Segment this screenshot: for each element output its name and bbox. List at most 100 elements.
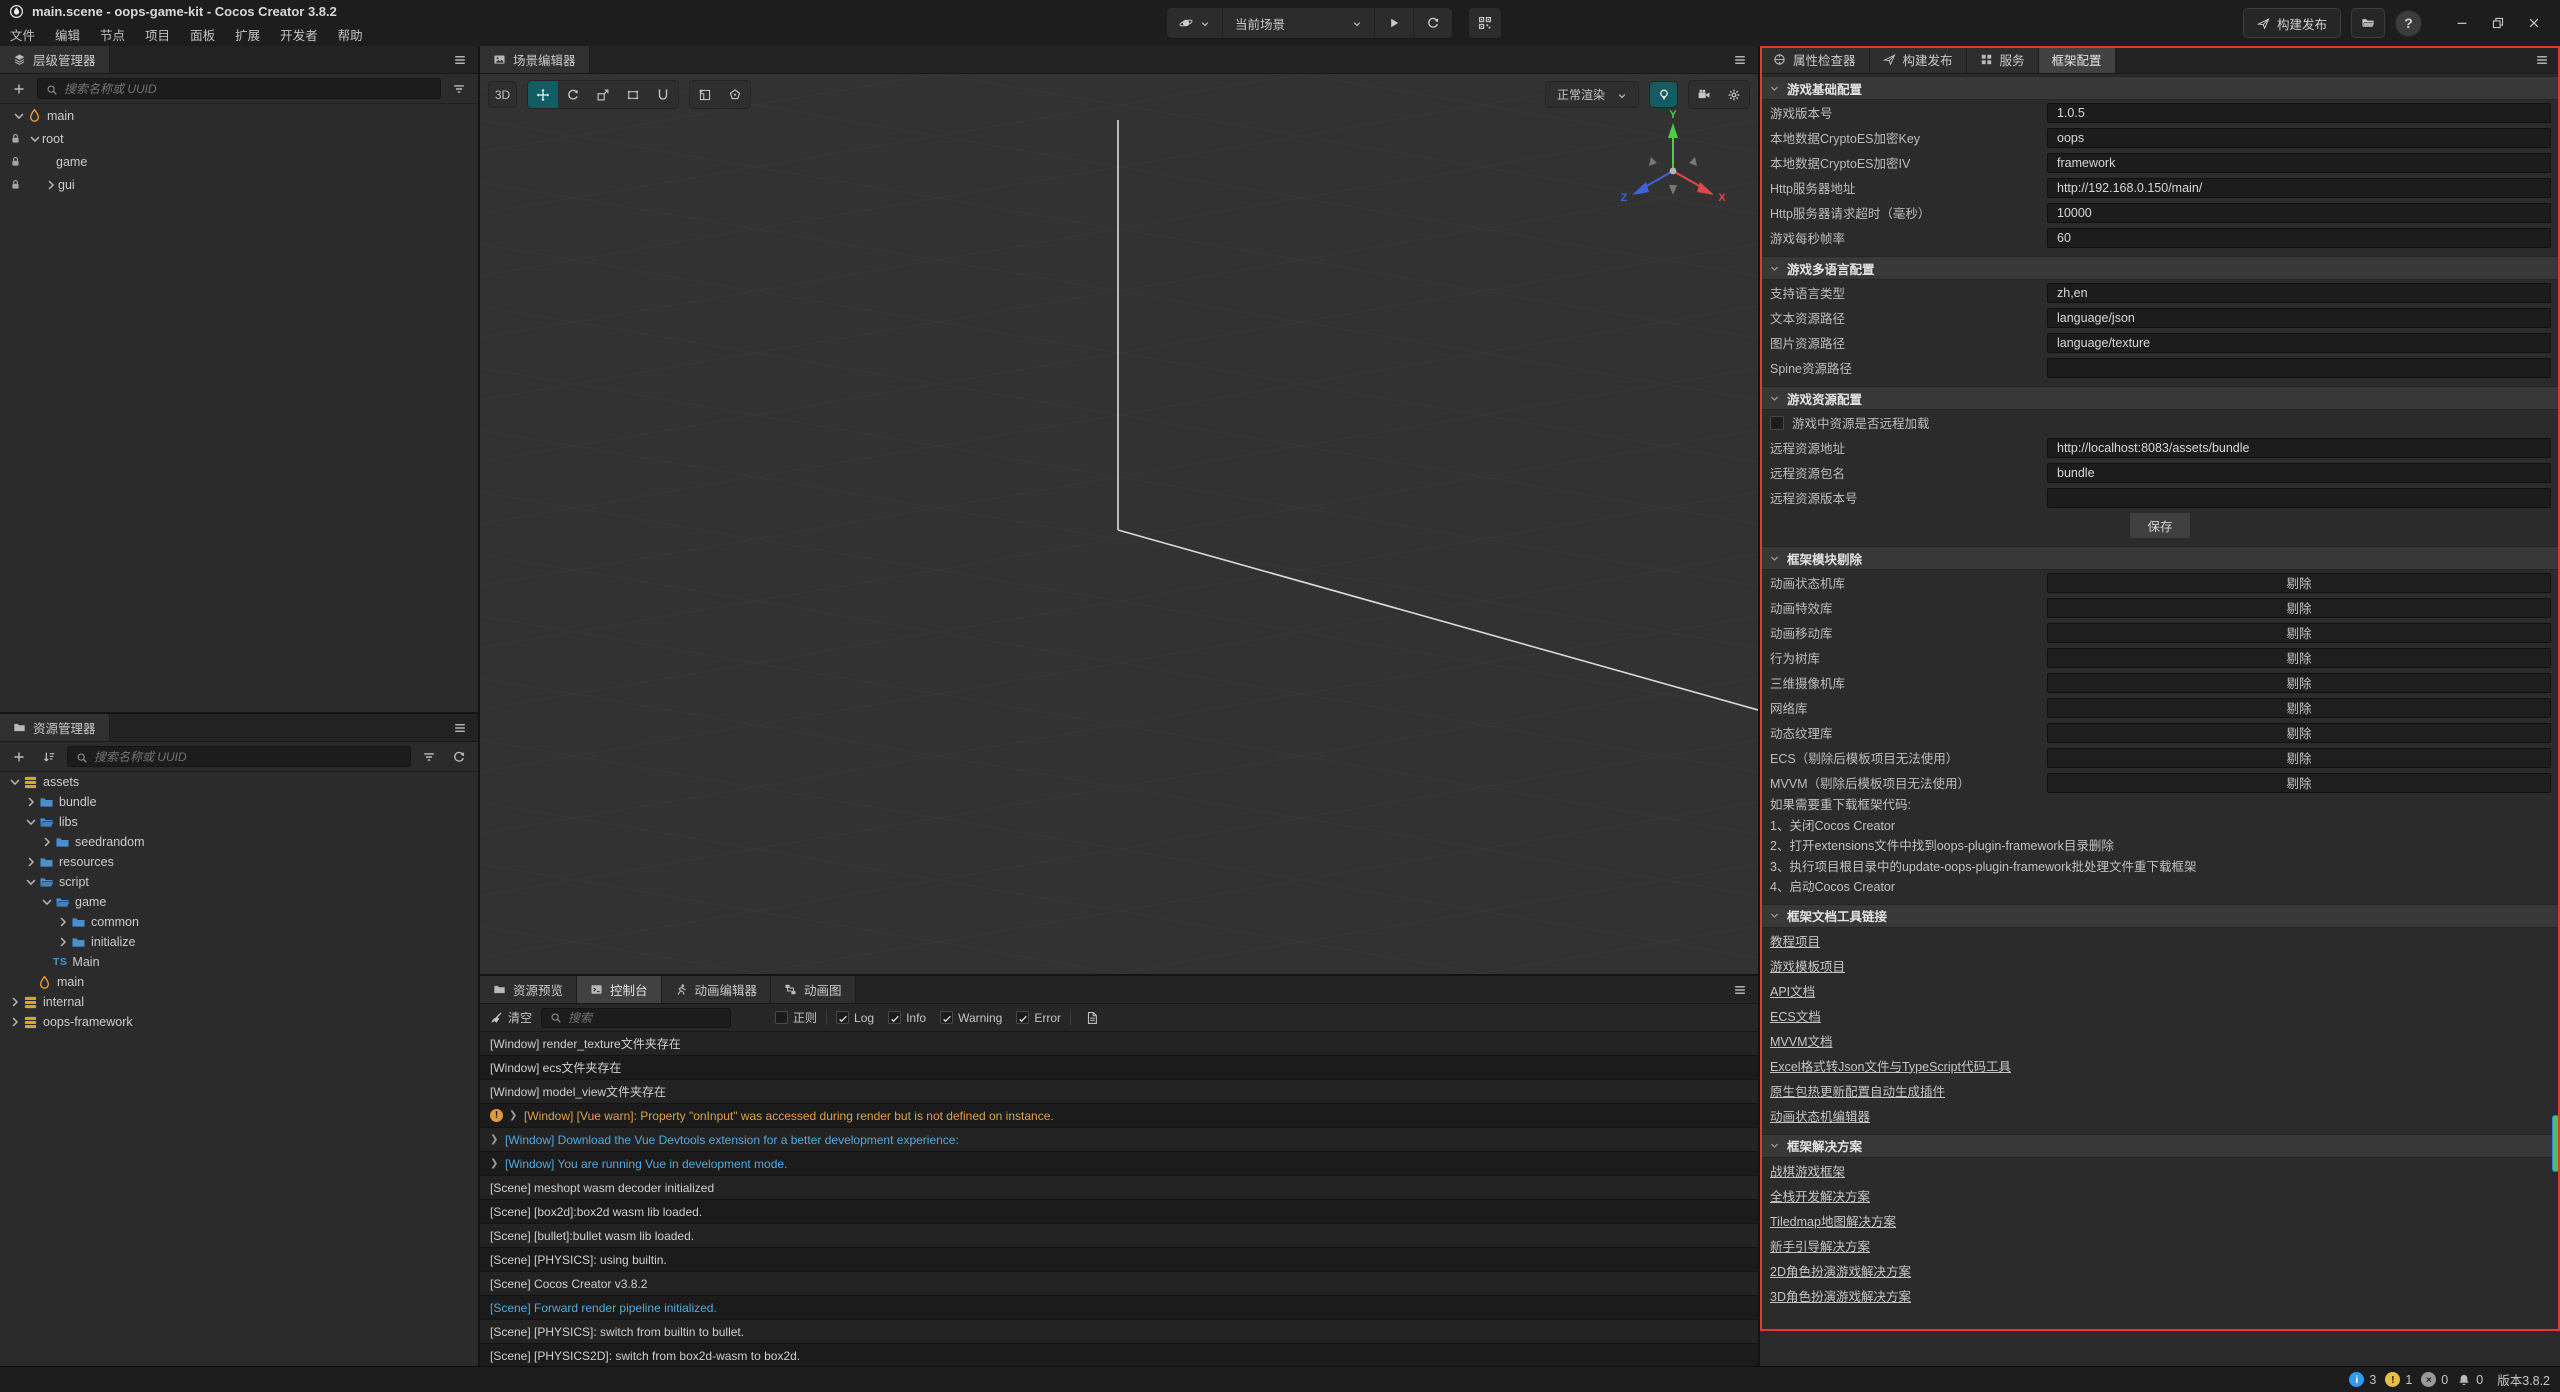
field-input[interactable]: zh,en — [2047, 283, 2551, 303]
chevron-right-icon[interactable] — [8, 1015, 22, 1029]
remove-module-button[interactable]: 剔除 — [2047, 648, 2551, 668]
remove-module-button[interactable]: 剔除 — [2047, 698, 2551, 718]
chevron-down-icon[interactable] — [40, 895, 54, 909]
tab-inspector-1[interactable]: 属性检查器 — [1760, 46, 1870, 73]
log-row[interactable]: [Scene] [PHYSICS]: using builtin. — [480, 1248, 1758, 1272]
chevron-right-icon[interactable] — [44, 178, 58, 192]
field-input[interactable]: language/json — [2047, 308, 2551, 328]
log-row[interactable]: [Scene] [box2d]:box2d wasm lib loaded. — [480, 1200, 1758, 1224]
tab-console-3[interactable]: 动画编辑器 — [662, 976, 772, 1003]
log-row[interactable]: [Scene] [PHYSICS2D]: switch from box2d-w… — [480, 1344, 1758, 1366]
chevron-right-icon[interactable] — [40, 835, 54, 849]
section-header[interactable]: 框架模块剔除 — [1760, 546, 2560, 570]
chevron-down-icon[interactable] — [12, 109, 26, 123]
log-row[interactable]: [Window] model_view文件夹存在 — [480, 1080, 1758, 1104]
asset-node-main[interactable]: main — [0, 972, 478, 992]
doc-link[interactable]: 3D角色扮演游戏解决方案 — [1770, 1286, 1911, 1305]
filter-info-checkbox[interactable]: Info — [888, 1011, 926, 1025]
remove-module-button[interactable]: 剔除 — [2047, 673, 2551, 693]
hierarchy-searchbox[interactable] — [37, 78, 441, 99]
help-button[interactable]: ? — [2395, 10, 2422, 37]
tab-console-4[interactable]: 动画图 — [771, 976, 856, 1003]
log-row[interactable]: ❯[Window] You are running Vue in develop… — [480, 1152, 1758, 1176]
log-row[interactable]: [Scene] [PHYSICS]: switch from builtin t… — [480, 1320, 1758, 1344]
section-header[interactable]: 游戏基础配置 — [1760, 76, 2560, 100]
close-button[interactable] — [2516, 8, 2552, 38]
asset-node-seedrandom[interactable]: seedrandom — [0, 832, 478, 852]
hierarchy-node-game[interactable]: game — [0, 150, 478, 173]
doc-link[interactable]: 游戏模板项目 — [1770, 956, 1845, 975]
section-header[interactable]: 框架解决方案 — [1760, 1134, 2560, 1158]
log-row[interactable]: [Scene] [bullet]:bullet wasm lib loaded. — [480, 1224, 1758, 1248]
scene-light-toggle[interactable] — [1649, 81, 1678, 108]
tab-console-1[interactable]: 资源预览 — [480, 976, 577, 1003]
status-warn[interactable]: !1 — [2385, 1372, 2412, 1387]
menu-item-4[interactable]: 项目 — [135, 23, 180, 46]
open-project-folder-button[interactable] — [2351, 8, 2385, 38]
scale-tool-button[interactable] — [588, 81, 618, 108]
chevron-down-icon[interactable] — [28, 132, 42, 146]
preview-target-button[interactable] — [1167, 8, 1223, 38]
field-input[interactable]: language/texture — [2047, 333, 2551, 353]
chevron-right-icon[interactable] — [24, 855, 38, 869]
field-input[interactable]: 1.0.5 — [2047, 103, 2551, 123]
field-input[interactable]: oops — [2047, 128, 2551, 148]
console-searchbox[interactable] — [541, 1008, 731, 1028]
console-log-file-button[interactable] — [1080, 1007, 1104, 1029]
hierarchy-node-gui[interactable]: gui — [0, 173, 478, 196]
remove-module-button[interactable]: 剔除 — [2047, 723, 2551, 743]
log-row[interactable]: [Scene] meshopt wasm decoder initialized — [480, 1176, 1758, 1200]
doc-link[interactable]: 全栈开发解决方案 — [1770, 1186, 1870, 1205]
hierarchy-node-main[interactable]: main — [0, 104, 478, 127]
assets-refresh-button[interactable] — [447, 746, 471, 768]
status-bell[interactable]: 0 — [2457, 1373, 2483, 1387]
chevron-right-icon[interactable] — [56, 915, 70, 929]
menu-item-7[interactable]: 开发者 — [270, 23, 328, 46]
asset-node-oops-framework[interactable]: oops-framework — [0, 1012, 478, 1032]
asset-node-initialize[interactable]: initialize — [0, 932, 478, 952]
chevron-down-icon[interactable] — [8, 775, 22, 789]
filter-warning-checkbox[interactable]: Warning — [940, 1011, 1002, 1025]
asset-node-assets[interactable]: assets — [0, 772, 478, 792]
status-error[interactable]: ×0 — [2421, 1372, 2448, 1387]
scene-3d-view[interactable]: YXZ — [480, 74, 1758, 974]
field-input[interactable]: 60 — [2047, 228, 2551, 248]
asset-node-Main[interactable]: TSMain — [0, 952, 478, 972]
asset-node-script[interactable]: script — [0, 872, 478, 892]
chevron-right-icon[interactable] — [8, 995, 22, 1009]
tab-assets[interactable]: 资源管理器 — [0, 714, 110, 741]
build-publish-button[interactable]: 构建发布 — [2243, 8, 2341, 38]
remove-module-button[interactable]: 剔除 — [2047, 598, 2551, 618]
log-row[interactable]: [Scene] Forward render pipeline initiali… — [480, 1296, 1758, 1320]
section-header[interactable]: 游戏多语言配置 — [1760, 256, 2560, 280]
toggle-3d-button[interactable]: 3D — [488, 81, 517, 108]
log-row[interactable]: [Window] ecs文件夹存在 — [480, 1056, 1758, 1080]
assets-search-input[interactable] — [94, 750, 402, 764]
doc-link[interactable]: 动画状态机编辑器 — [1770, 1106, 1870, 1125]
scene-settings-button[interactable] — [1719, 81, 1749, 108]
remove-module-button[interactable]: 剔除 — [2047, 623, 2551, 643]
doc-link[interactable]: 战棋游戏框架 — [1770, 1161, 1845, 1180]
field-input[interactable]: http://localhost:8083/assets/bundle — [2047, 438, 2551, 458]
create-node-button[interactable] — [7, 78, 31, 100]
minimize-button[interactable] — [2444, 8, 2480, 38]
menu-item-2[interactable]: 编辑 — [45, 23, 90, 46]
console-clear-button[interactable]: 清空 — [489, 1009, 532, 1026]
tab-inspector-2[interactable]: 构建发布 — [1870, 46, 1967, 73]
asset-node-resources[interactable]: resources — [0, 852, 478, 872]
asset-node-internal[interactable]: internal — [0, 992, 478, 1012]
scrollbar-thumb[interactable] — [2552, 1115, 2559, 1172]
filter-log-checkbox[interactable]: Log — [836, 1011, 874, 1025]
tab-inspector-4[interactable]: 框架配置 — [2039, 46, 2116, 73]
tab-inspector-3[interactable]: 服务 — [1967, 46, 2039, 73]
field-input[interactable] — [2047, 488, 2551, 508]
regex-checkbox[interactable]: 正则 — [775, 1009, 817, 1026]
doc-link[interactable]: API文档 — [1770, 981, 1815, 1000]
gizmo-ui-tool-button[interactable] — [648, 81, 678, 108]
scene-viewport[interactable]: YXZ — [480, 74, 1758, 974]
scene-select-dropdown[interactable]: 当前场景 — [1223, 8, 1375, 38]
hierarchy-panel-menu-button[interactable] — [442, 46, 478, 73]
asset-node-game[interactable]: game — [0, 892, 478, 912]
doc-link[interactable]: MVVM文档 — [1770, 1031, 1833, 1050]
doc-link[interactable]: 原生包热更新配置自动生成插件 — [1770, 1081, 1945, 1100]
